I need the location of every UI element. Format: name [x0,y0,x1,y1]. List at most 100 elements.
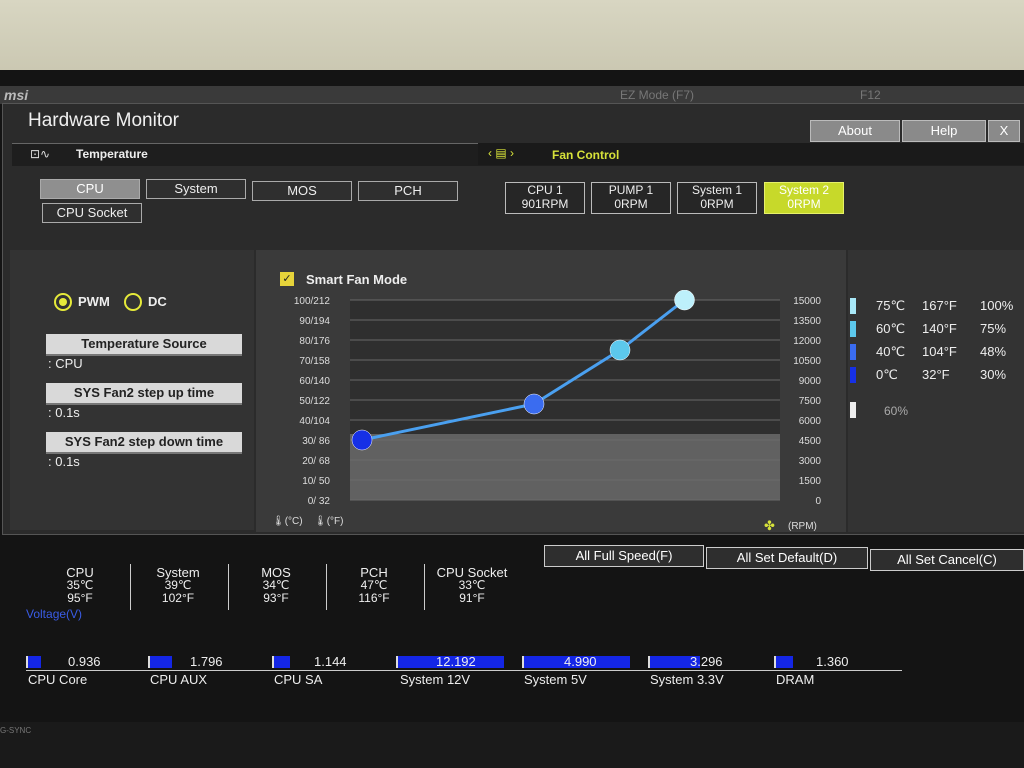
voltage-name: CPU Core [28,672,88,687]
fan-name: CPU 1 [527,183,563,197]
all-full-speed-button[interactable]: All Full Speed(F) [544,545,704,567]
y-left-tick: 0/ 32 [308,496,331,507]
voltage-fill [776,656,793,668]
temp-separator [424,564,425,610]
gsync-badge: G-SYNC [0,726,32,735]
y-right-tick: 15000 [793,296,821,307]
y-left-tick: 70/158 [299,356,330,367]
temp-stat-3: PCH 47℃ 116°F [330,566,418,605]
voltage-value: 4.990 [564,654,597,669]
y-left-tick: 60/140 [299,376,330,387]
voltage-name: DRAM [776,672,815,687]
voltage-value: 12.192 [436,654,476,669]
close-button[interactable]: X [988,120,1020,142]
temp-stat-f: 102°F [161,591,195,605]
curve-extra-marker [850,402,856,418]
temp-source-mos[interactable]: MOS [252,181,352,201]
y-left-tick: 90/194 [299,316,330,327]
temperature-source-button[interactable]: Temperature Source [46,334,242,356]
y-right-tick: 0 [815,496,821,507]
curve-temp-c: 40℃ [876,344,906,359]
monitor-bottom-bezel [0,722,1024,768]
curve-point[interactable] [523,393,545,415]
y-left-tick: 100/212 [294,296,331,307]
dc-radio[interactable] [124,293,142,311]
curve-temp-c: 60℃ [876,321,906,336]
curve-temp-c: 0℃ [876,367,898,382]
fan-pump1[interactable]: PUMP 1 0RPM [591,182,671,214]
temp-source-system[interactable]: System [146,179,246,199]
temperature-source-value: : CPU [48,356,83,371]
temp-source-cpu[interactable]: CPU [40,179,140,199]
step-up-time-button[interactable]: SYS Fan2 step up time [46,383,242,405]
y-left-tick: 80/176 [299,336,330,347]
fan-icon: ✤ [764,518,775,532]
voltage-value: 0.936 [68,654,101,669]
smart-fan-mode-checkbox[interactable]: ✓ [280,272,294,286]
ez-mode-button[interactable]: EZ Mode (F7) [620,88,694,102]
voltage-name: System 3.3V [650,672,724,687]
voltage-value: 1.144 [314,654,347,669]
all-set-cancel-button[interactable]: All Set Cancel(C) [870,549,1024,571]
y-right-tick: 10500 [793,356,821,367]
all-set-default-button[interactable]: All Set Default(D) [706,547,868,569]
voltage-name: CPU SA [274,672,323,687]
y-left-tick: 50/122 [299,396,330,407]
curve-point[interactable] [351,429,373,451]
voltage-name: System 5V [524,672,587,687]
wall-background [0,0,1024,80]
fan-rpm: 0RPM [614,197,648,211]
temp-stat-2: MOS 34℃ 93°F [232,566,320,605]
curve-temp-c: 75℃ [876,298,906,313]
fan-control-icon: ‹ ▤ › [488,146,514,160]
y-left-tick: 20/ 68 [302,456,330,467]
fan-curve-chart[interactable]: 100/212 1500090/194 1350080/176 1200070/158… [256,290,846,532]
pwm-radio[interactable] [54,293,72,311]
f12-button[interactable]: F12 [860,88,881,102]
voltage-name: CPU AUX [150,672,208,687]
voltage-value: 1.796 [190,654,223,669]
curve-point-marker [850,367,856,383]
curve-temp-f: 140°F [922,321,957,336]
temp-stat-f: 116°F [358,591,390,605]
dc-label: DC [148,294,167,309]
y-right-tick: 1500 [799,476,822,487]
help-button[interactable]: Help [902,120,986,142]
curve-percent: 30% [980,367,1007,382]
rpm-unit: (RPM) [788,521,817,532]
curve-point[interactable] [609,339,631,361]
temp-source-pch[interactable]: PCH [358,181,458,201]
curve-temp-f: 167°F [922,298,957,313]
fan-name: PUMP 1 [608,183,654,197]
y-left-tick: 10/ 50 [302,476,330,487]
smart-fan-mode-title: Smart Fan Mode [306,272,408,287]
voltage-label: Voltage(V) [26,607,83,621]
fan-cpu1[interactable]: CPU 1 901RPM [505,182,585,214]
curve-extra-value: 60% [884,404,909,418]
fan-name: System 1 [691,183,742,197]
y-right-tick: 3000 [799,456,822,467]
temp-stat-0: CPU 35℃ 95°F [36,566,124,605]
voltage-fill [274,656,290,668]
temp-stat-1: System 39℃ 102°F [134,566,222,605]
voltage-fill [28,656,41,668]
fan-rpm: 901RPM [521,197,569,211]
fan-system2[interactable]: System 2 0RPM [764,182,844,214]
fan-system1[interactable]: System 1 0RPM [677,182,757,214]
fan-control-header: Fan Control [552,148,620,162]
voltage-name: System 12V [400,672,471,687]
temp-separator [326,564,327,610]
temp-source-cpu-socket[interactable]: CPU Socket [42,203,142,223]
curve-temp-f: 32°F [922,367,950,382]
fan-name: System 2 [778,183,829,197]
curve-temp-f: 104°F [922,344,957,359]
curve-percent: 100% [980,298,1014,313]
pwm-label: PWM [78,294,110,309]
curve-point[interactable] [674,290,695,311]
curve-point-marker [850,321,856,337]
radio-selected-dot [59,298,67,306]
about-button[interactable]: About [810,120,900,142]
step-down-time-button[interactable]: SYS Fan2 step down time [46,432,242,454]
msi-logo: msi [4,87,29,103]
y-right-tick: 6000 [799,416,822,427]
